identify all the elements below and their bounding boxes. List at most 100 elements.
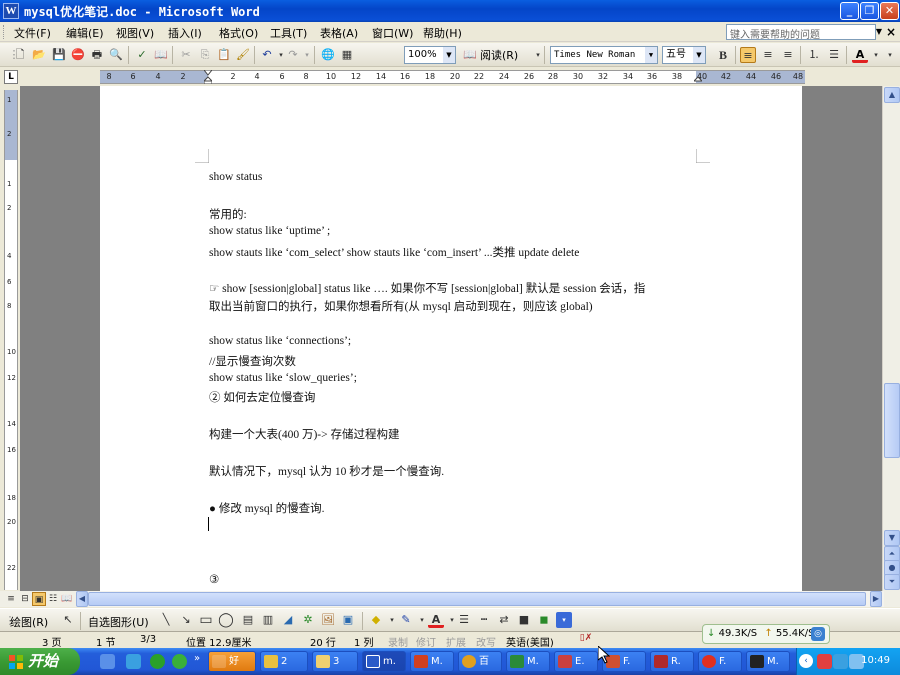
zoom-select[interactable]: 100% ▼ (404, 46, 456, 64)
arrow-tool-icon[interactable]: ↘ (178, 612, 194, 628)
numbering-icon[interactable]: ⒈ (806, 47, 822, 63)
close-button[interactable]: ✕ (880, 2, 899, 20)
menu-window[interactable]: 窗口(W) (372, 25, 413, 41)
chevron-down-icon[interactable]: ▼ (693, 47, 705, 63)
toolbar-options-icon[interactable]: ▾ (882, 47, 898, 63)
doc-line[interactable]: 默认情况下，mysql 认为 10 秒才是一个慢查询. (209, 463, 444, 479)
font-size-select[interactable]: 五号 ▼ (662, 46, 706, 64)
doc-line[interactable]: ② 如何去定位慢查询 (209, 389, 315, 405)
paste-icon[interactable]: 📋 (216, 47, 232, 63)
line-tool-icon[interactable]: ╲ (158, 612, 174, 628)
font-name-select[interactable]: Times New Roman ▼ (550, 46, 658, 64)
tab-selector[interactable]: L (4, 70, 18, 84)
quicklaunch-ie-icon[interactable] (126, 654, 141, 669)
menu-format[interactable]: 格式(O) (219, 25, 258, 41)
reading-layout-icon[interactable]: 📖 (60, 592, 74, 606)
chevron-down-icon[interactable]: ▾ (299, 47, 315, 63)
shadow-style-icon[interactable]: ■ (516, 612, 532, 628)
doc-line[interactable]: show status like ‘connections’; (209, 335, 351, 347)
scroll-left-icon[interactable]: ◀ (76, 591, 88, 607)
align-left-icon[interactable]: ≡ (740, 47, 756, 63)
horizontal-scrollbar[interactable]: ◀ ▶ (76, 591, 884, 607)
clip-art-icon[interactable]: 🖼 (320, 612, 336, 628)
research-icon[interactable]: 📖 (153, 47, 169, 63)
arrow-style-icon[interactable]: ⇄ (496, 612, 512, 628)
scroll-down-icon[interactable]: ▼ (884, 530, 900, 546)
doc-line[interactable]: show status (209, 171, 262, 183)
tray-app-icon[interactable] (817, 654, 832, 669)
cut-icon[interactable]: ✂ (178, 47, 194, 63)
network-speed-widget[interactable]: ↓ 49.3K/S ↑ 55.4K/S ◎ (702, 624, 830, 644)
scroll-right-icon[interactable]: ▶ (870, 591, 882, 607)
bullets-icon[interactable]: ☰ (826, 47, 842, 63)
draw-menu-button[interactable]: 绘图(R) (10, 614, 48, 630)
status-track-changes[interactable]: 修订 (416, 634, 436, 649)
copy-icon[interactable]: ⎘ (197, 47, 213, 63)
taskbar-button[interactable]: F. (698, 651, 742, 672)
print-icon[interactable]: 🖶 (89, 47, 105, 63)
word-app-icon[interactable]: W (3, 3, 19, 19)
chevron-down-icon[interactable]: ▼ (443, 47, 455, 63)
quicklaunch-browser-icon[interactable] (150, 654, 165, 669)
menu-tools[interactable]: 工具(T) (270, 25, 307, 41)
right-indent-marker-icon[interactable] (694, 70, 702, 84)
doc-line[interactable]: ● 修改 mysql 的慢查询. (209, 500, 325, 516)
network-monitor-icon[interactable]: ◎ (811, 627, 825, 641)
menu-insert[interactable]: 插入(I) (168, 25, 202, 41)
taskbar-button[interactable]: 2 (260, 651, 308, 672)
new-document-icon[interactable]: 🗋 (12, 47, 28, 63)
taskbar-button[interactable]: 好 (208, 651, 256, 672)
format-painter-icon[interactable]: 🖌 (235, 47, 251, 63)
print-preview-icon[interactable]: 🔍 (108, 47, 124, 63)
taskbar-button[interactable]: R. (650, 651, 694, 672)
bold-button[interactable]: B (715, 47, 731, 63)
doc-line[interactable]: show stauts like ‘com_select’ show staut… (209, 244, 579, 260)
tables-borders-icon[interactable]: ▦ (339, 47, 355, 63)
doc-line[interactable]: show status like ‘uptime’ ; (209, 225, 330, 237)
menu-view[interactable]: 视图(V) (116, 25, 154, 41)
web-layout-icon[interactable]: ⊟ (18, 592, 32, 606)
open-folder-icon[interactable]: 📂 (31, 47, 47, 63)
read-layout-icon[interactable]: 📖 (462, 47, 478, 63)
quicklaunch-app-icon[interactable] (172, 654, 187, 669)
taskbar-button-word[interactable]: m. (362, 651, 406, 672)
status-language[interactable]: 英语(美国) (506, 634, 554, 649)
indent-marker-icon[interactable] (204, 70, 212, 84)
read-button[interactable]: 阅读(R) (480, 47, 518, 63)
status-overtype[interactable]: 改写 (476, 634, 496, 649)
save-icon[interactable]: 💾 (51, 47, 67, 63)
document-page[interactable]: show status 常用的: show status like ‘uptim… (100, 86, 802, 591)
status-record[interactable]: 录制 (388, 634, 408, 649)
next-page-icon[interactable]: ⏷ (884, 574, 900, 590)
taskbar-button[interactable]: M. (410, 651, 454, 672)
line-color-icon[interactable]: ✎ (398, 612, 414, 628)
clock[interactable]: 10:49 (861, 655, 890, 666)
font-color-button[interactable]: A (852, 47, 868, 63)
scroll-thumb[interactable] (884, 383, 900, 458)
doc-line[interactable]: ☞ show [session|global] status like …. 如… (209, 280, 645, 296)
menu-grip[interactable] (3, 25, 6, 39)
quicklaunch-desktop-icon[interactable] (100, 654, 115, 669)
minimize-button[interactable]: _ (840, 2, 859, 20)
doc-line[interactable]: show status like ‘slow_queries’; (209, 372, 357, 384)
select-objects-icon[interactable]: ↖ (60, 612, 76, 628)
outline-view-icon[interactable]: ☷ (46, 592, 60, 606)
vertical-scrollbar[interactable]: ▲ ▼ ⏶ ● ⏷ (882, 86, 900, 591)
chevron-down-icon[interactable]: ▼ (645, 47, 657, 63)
rectangle-tool-icon[interactable]: ▭ (198, 612, 214, 628)
doc-line[interactable]: ③ (209, 572, 219, 586)
vertical-text-box-icon[interactable]: ▥ (260, 612, 276, 628)
dash-style-icon[interactable]: ┅ (476, 612, 492, 628)
hyperlink-icon[interactable]: 🌐 (320, 47, 336, 63)
menu-edit[interactable]: 编辑(E) (66, 25, 104, 41)
normal-view-icon[interactable]: ≡ (4, 592, 18, 606)
horizontal-ruler[interactable]: 8 6 4 2 2 4 6 8 10 12 14 16 18 20 22 24 … (100, 70, 805, 84)
scroll-up-icon[interactable]: ▲ (884, 87, 900, 103)
taskbar-button[interactable]: 百 (458, 651, 502, 672)
taskbar-button[interactable]: M. (506, 651, 550, 672)
vertical-ruler[interactable]: 1 2 1 2 4 6 8 10 12 14 16 18 20 22 (4, 90, 18, 590)
line-style-icon[interactable]: ☰ (456, 612, 472, 628)
wordart-icon[interactable]: ◢ (280, 612, 296, 628)
picture-icon[interactable]: ▣ (340, 612, 356, 628)
drawing-font-color-icon[interactable]: A (428, 612, 444, 628)
